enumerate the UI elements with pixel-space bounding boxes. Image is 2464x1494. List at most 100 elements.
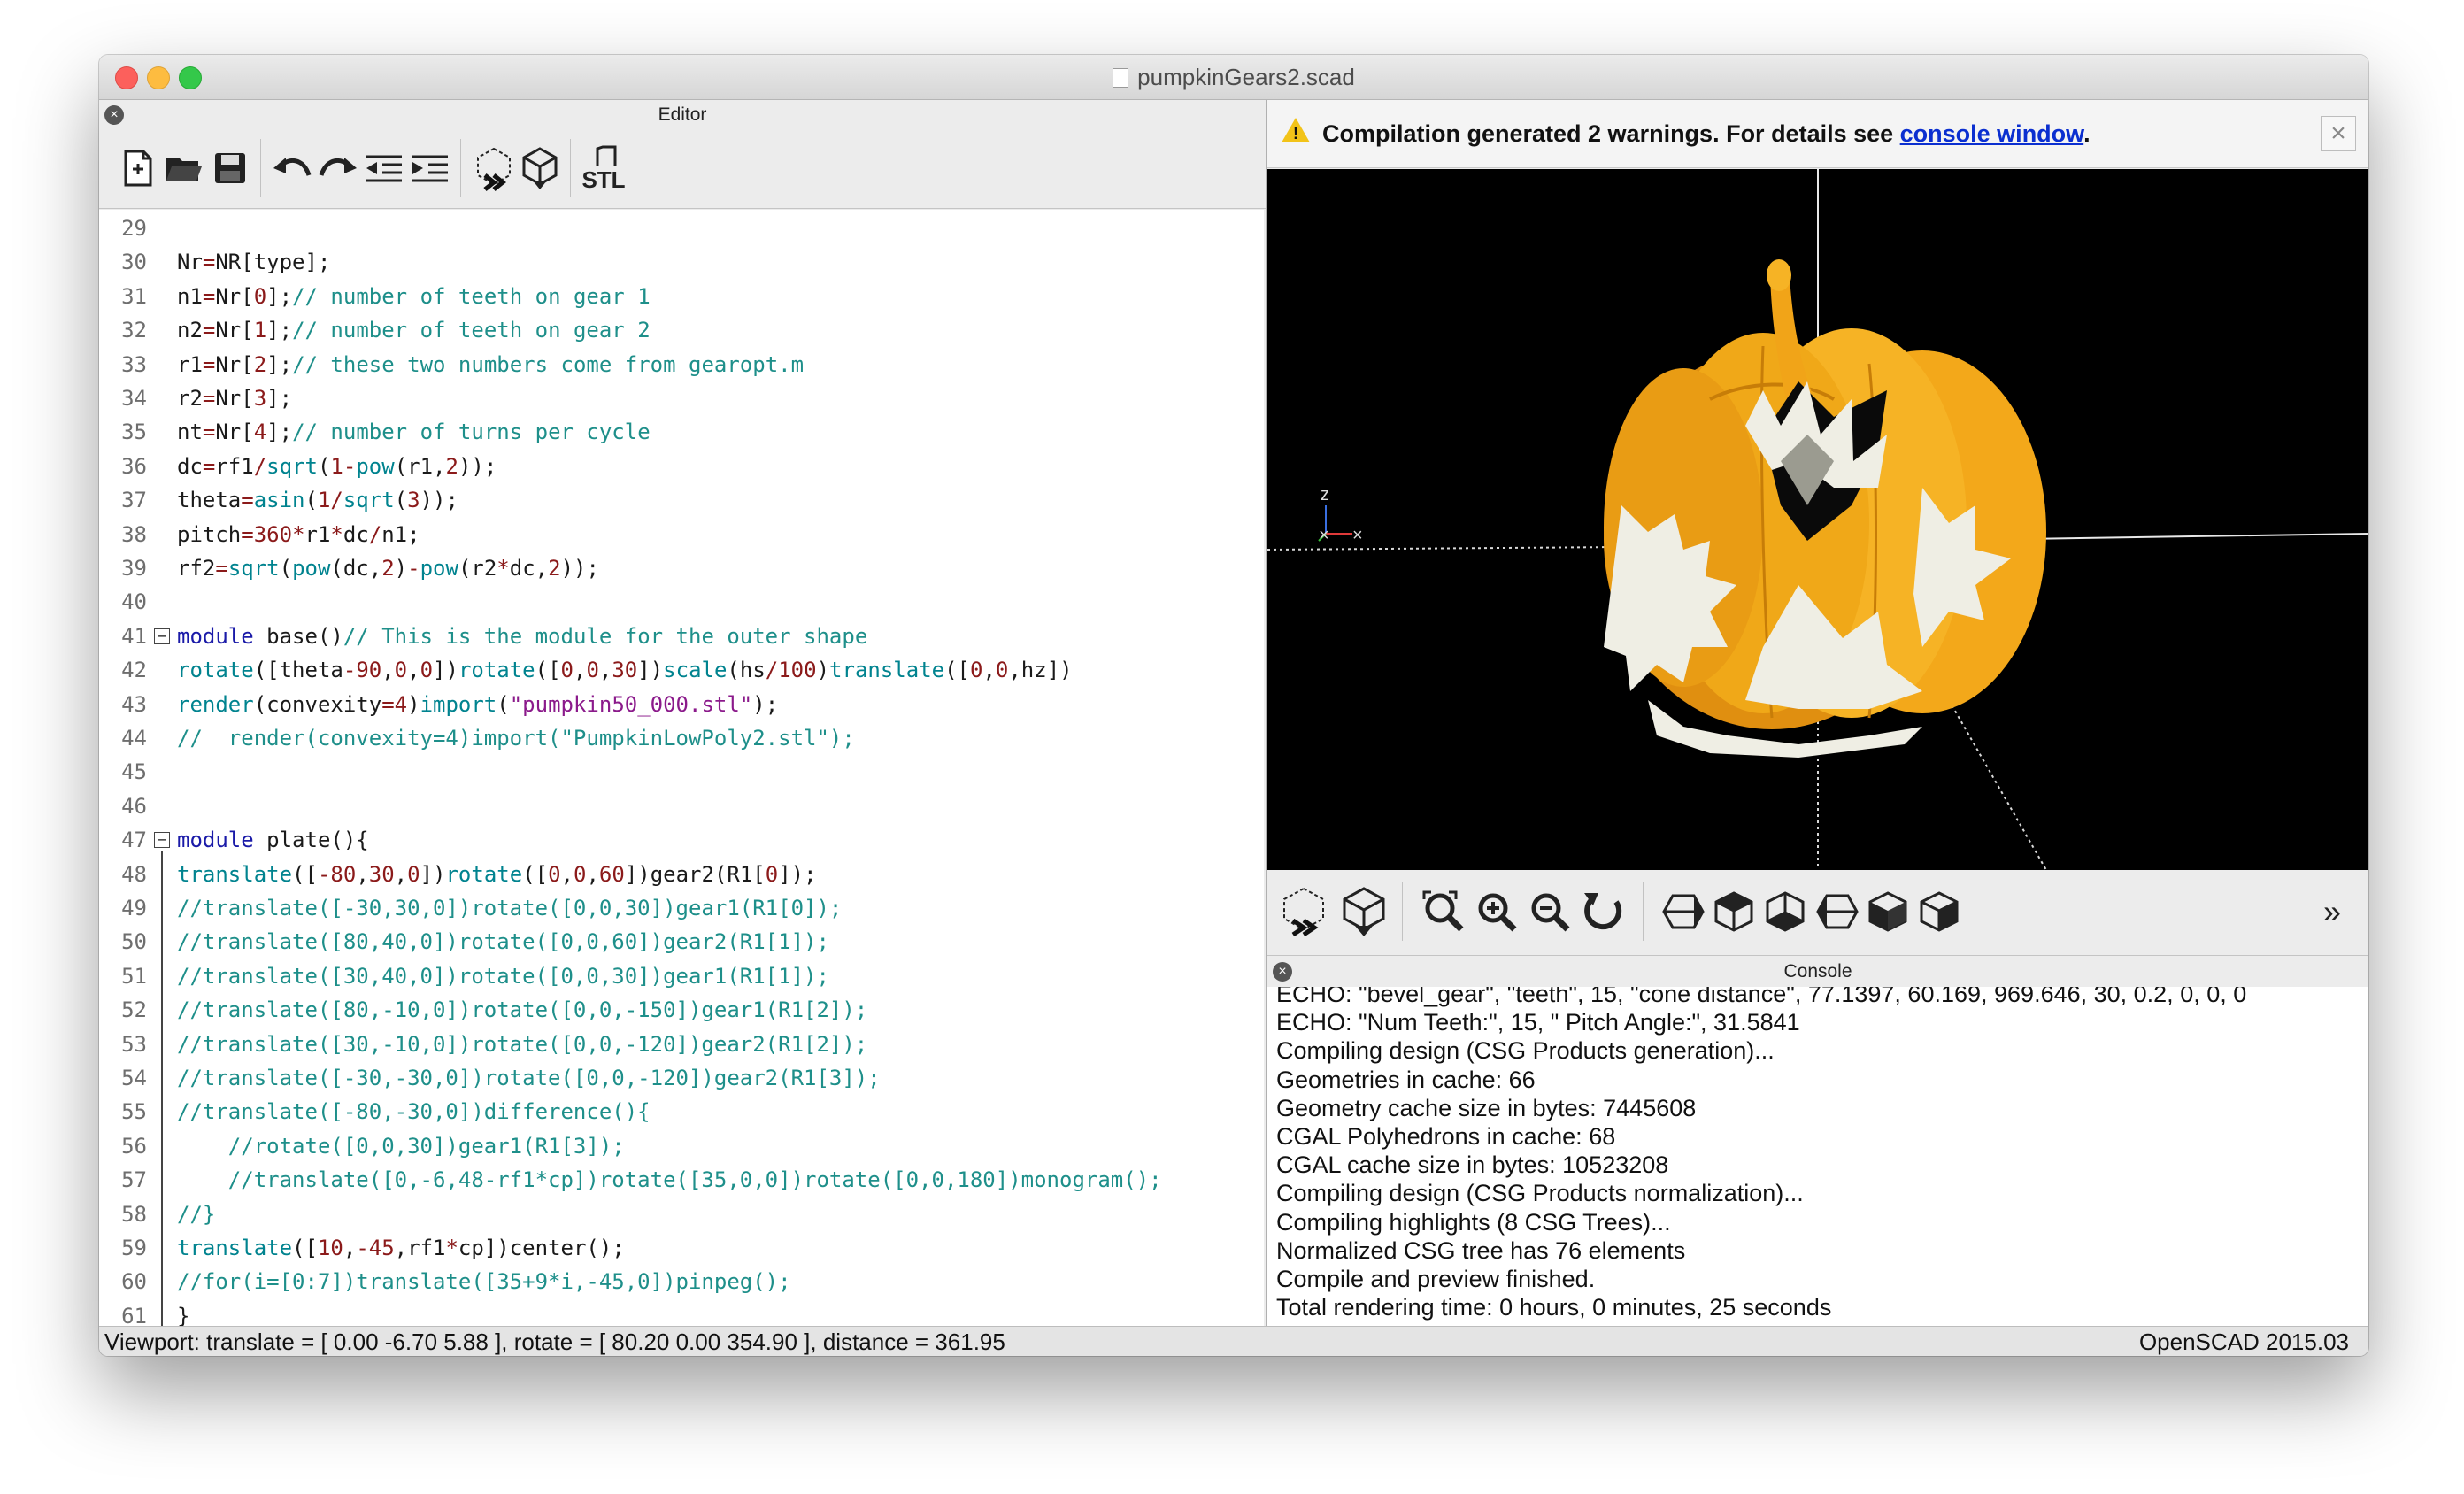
view-front-button[interactable] [1859,882,1917,941]
code-text: //translate([30,40,0])rotate([0,0,30])ge… [177,963,829,989]
code-line[interactable]: 49 //translate([-30,30,0])rotate([0,0,30]… [99,893,1264,923]
line-number: 50 [121,929,147,955]
line-number: 54 [121,1066,147,1090]
indent-button[interactable] [404,139,457,197]
code-line[interactable]: 32 n2=Nr[1];// number of teeth on gear 2 [99,315,1264,345]
code-line[interactable]: 39 rf2=sqrt(pow(dc,2)-pow(r2*dc,2)); [99,553,1264,583]
view-preview-button[interactable] [1274,882,1333,941]
zoom-in-button[interactable] [1467,882,1526,941]
view-back-button[interactable] [1910,882,1968,941]
code-line[interactable]: 61} [99,1301,1264,1326]
code-line[interactable]: 40 [99,587,1264,617]
line-number: 30 [121,250,147,275]
console-output[interactable]: ECHO: "bevel_gear", "teeth", 15, "cone d… [1267,987,2368,1326]
code-line[interactable]: 41 module base()// This is the module for… [99,621,1264,651]
save-icon [215,153,245,183]
warning-bar: ! Compilation generated 2 warnings. For … [1267,100,2368,168]
code-line[interactable]: 53 //translate([30,-10,0])rotate([0,0,-12… [99,1029,1264,1059]
toolbar-separator [260,139,261,197]
reset-view-button[interactable] [1574,882,1632,941]
undo-button[interactable] [266,139,319,197]
code-line[interactable]: 55 //translate([-80,-30,0])difference(){ [99,1097,1264,1127]
code-text: n2=Nr[1];// number of teeth on gear 2 [177,318,651,343]
zoom-out-button[interactable] [1521,882,1579,941]
line-number: 40 [121,589,147,615]
unindent-icon [366,155,402,182]
view-toolbar: » [1267,870,2368,956]
editor-dock-close-button[interactable]: × [104,105,124,125]
export-stl-icon [596,145,617,166]
line-number: 34 [121,386,147,411]
line-number: 35 [121,420,147,445]
code-line[interactable]: 33 r1=Nr[2];// these two numbers come fro… [99,350,1264,380]
view-bottom-button[interactable] [1756,882,1814,941]
3d-viewport[interactable]: z × × [1267,169,2368,870]
code-line[interactable]: 52 //translate([80,-10,0])rotate([0,0,-15… [99,995,1264,1025]
code-line[interactable]: 30 Nr=NR[type]; [99,247,1264,277]
code-line[interactable]: 38 pitch=360*r1*dc/n1; [99,520,1264,550]
warning-close-button[interactable]: × [2321,116,2356,151]
redo-button[interactable] [312,139,365,197]
code-line[interactable]: 43 render(convexity=4)import("pumpkin50_0… [99,689,1264,720]
code-line[interactable]: 44 // render(convexity=4)import("PumpkinL… [99,723,1264,753]
render-button[interactable] [513,139,566,197]
view-render-button[interactable] [1335,882,1393,941]
code-line[interactable]: 48 translate([-80,30,0])rotate([0,0,60])g… [99,859,1264,889]
fold-toggle[interactable]: − [154,628,170,644]
warning-mark: ! [1293,125,1298,142]
code-line[interactable]: 54 //translate([-30,-30,0])rotate([0,0,-1… [99,1063,1264,1093]
view-front-icon [1868,891,1907,932]
new-file-button[interactable] [112,139,165,197]
zoom-in-icon [1478,893,1517,932]
code-line[interactable]: 31 n1=Nr[0];// number of teeth on gear 1 [99,281,1264,312]
console-line: Compiling design (CSG Products normaliza… [1276,1180,1804,1207]
view-left-button[interactable] [1807,882,1866,941]
code-text: //rotate([0,0,30])gear1(R1[3]); [227,1133,625,1159]
viewport-scene: z × × [1267,169,2368,870]
code-text: translate([10,-45,rf1*cp])center(); [177,1236,625,1260]
code-text: module plate(){ [177,828,369,853]
unindent-button[interactable] [358,139,411,197]
console-line: Geometries in cache: 66 [1276,1066,1536,1093]
code-line[interactable]: 36 dc=rf1/sqrt(1-pow(r1,2)); [99,451,1264,481]
view-right-icon [1662,894,1705,929]
code-line[interactable]: 47 module plate(){− [99,825,1264,855]
view-top-button[interactable] [1705,882,1763,941]
code-line[interactable]: 56 //rotate([0,0,30])gear1(R1[3]); [99,1131,1264,1161]
fold-toggle[interactable]: − [154,832,170,849]
code-editor[interactable]: 29 30 Nr=NR[type]; 31 n1=Nr[0];// number of … [99,210,1264,1326]
console-line: Compiling highlights (8 CSG Trees)... [1276,1208,1671,1236]
warning-suffix: . [2083,120,2091,147]
preview-button[interactable] [467,139,520,197]
code-line[interactable]: 37 theta=asin(1/sqrt(3)); [99,485,1264,515]
code-line[interactable]: 46 [99,791,1264,821]
indent-icon [412,155,448,182]
line-number: 60 [121,1269,147,1295]
more-tools-button[interactable]: » [2303,882,2361,941]
code-text: pitch=360*r1*dc/n1; [177,521,420,547]
window-title: pumpkinGears2.scad [1137,64,1355,90]
code-line[interactable]: 60 //for(i=[0:7])translate([35+9*i,-45,0]… [99,1267,1264,1297]
code-line[interactable]: 59 translate([10,-45,rf1*cp])center(); [99,1233,1264,1263]
code-line[interactable]: 45 [99,757,1264,787]
line-number: 46 [121,793,147,819]
code-line[interactable]: 42 rotate([theta-90,0,0])rotate([0,0,30])… [99,655,1264,685]
console-line: Compiling design (CSG Products generatio… [1276,1037,1775,1065]
view-right-button[interactable] [1653,882,1712,941]
console-window-link[interactable]: console window [1900,120,2084,147]
line-number: 52 [121,997,147,1023]
code-line[interactable]: 57 //translate([0,-6,48-rf1*cp])rotate([… [99,1165,1264,1195]
code-line[interactable]: 29 [99,213,1264,243]
code-line[interactable]: 58 //} [99,1199,1264,1229]
open-file-button[interactable] [158,139,211,197]
save-button[interactable] [204,139,257,197]
code-line[interactable]: 51 //translate([30,40,0])rotate([0,0,30])… [99,961,1264,991]
code-line[interactable]: 34 r2=Nr[3]; [99,383,1264,413]
code-line[interactable]: 50 //translate([80,40,0])rotate([0,0,60])… [99,927,1264,957]
export-stl-button[interactable]: STL [577,139,630,197]
editor-dock-title: Editor [658,104,707,125]
code-line[interactable]: 35 nt=Nr[4];// number of turns per cycle [99,417,1264,447]
axis-line [1267,546,1622,551]
view-all-button[interactable] [1414,882,1473,941]
reset-view-icon [1584,893,1622,930]
